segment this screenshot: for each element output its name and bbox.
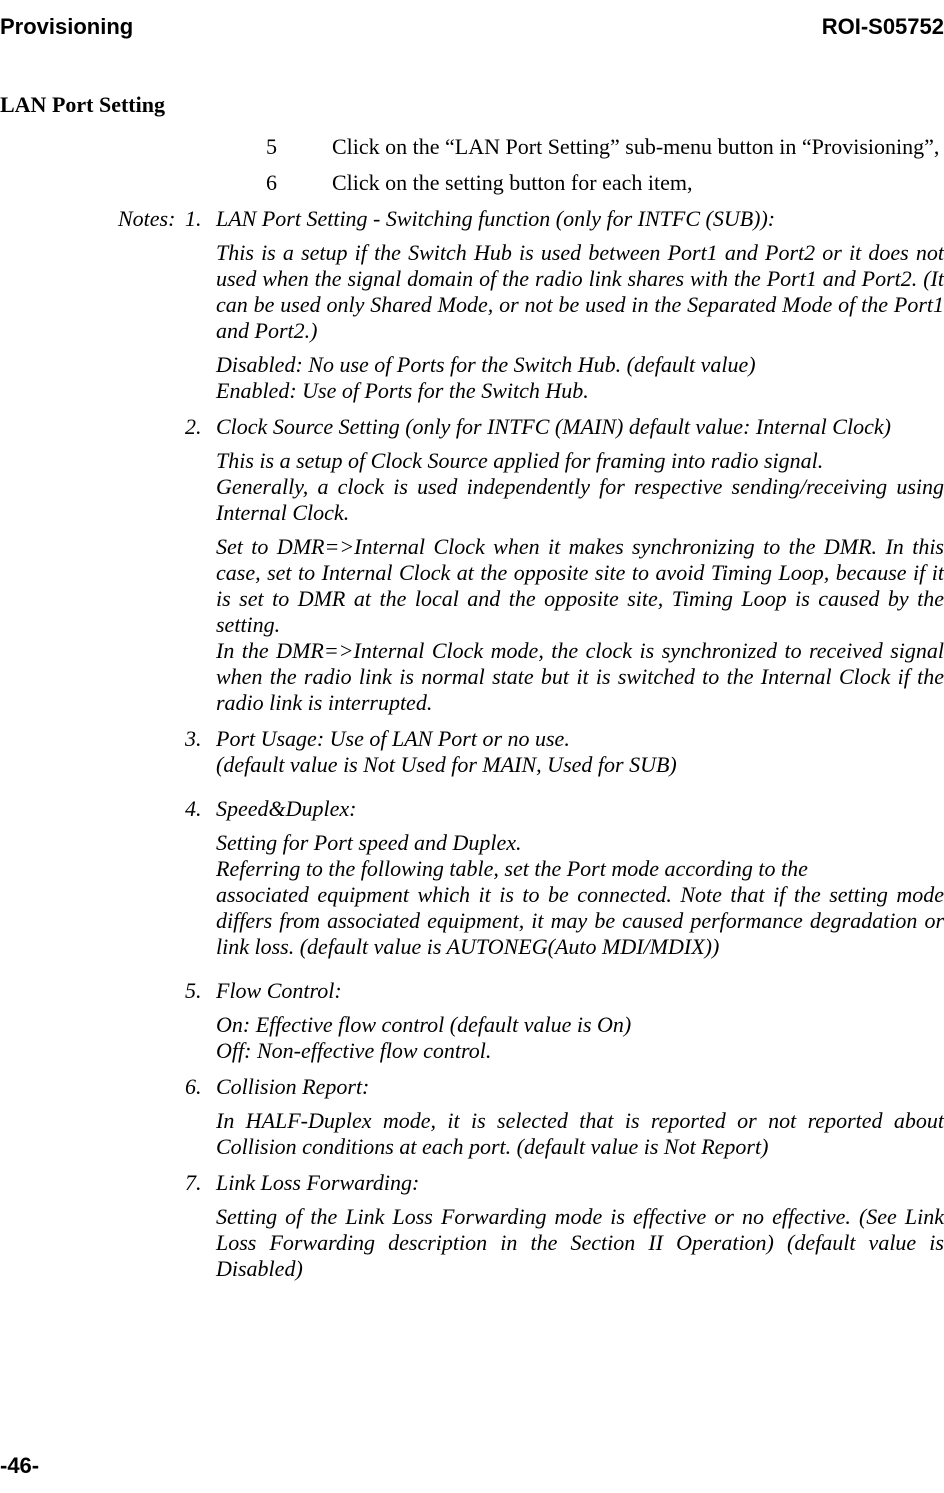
note-6: 6. Collision Report: In HALF-Duplex mode… (0, 1074, 944, 1160)
section-heading: LAN Port Setting (0, 92, 165, 118)
note-number: 3. (185, 726, 202, 752)
note-title: Clock Source Setting (only for INTFC (MA… (216, 414, 944, 440)
note-para: On: Effective flow control (default valu… (216, 1012, 944, 1064)
note-title: Flow Control: (216, 978, 944, 1004)
note-title: LAN Port Setting - Switching function (o… (216, 206, 944, 232)
step-text: Click on the “LAN Port Setting” sub-menu… (332, 134, 944, 160)
page: Provisioning ROI-S05752 LAN Port Setting… (0, 0, 944, 1493)
step-number: 6 (266, 170, 277, 196)
note-number: 7. (185, 1170, 202, 1196)
body-area: 5 Click on the “LAN Port Setting” sub-me… (0, 134, 944, 1292)
note-title: Collision Report: (216, 1074, 944, 1100)
note-para: Setting for Port speed and Duplex. Refer… (216, 830, 944, 960)
header-right: ROI-S05752 (822, 14, 944, 40)
step-text: Click on the setting button for each ite… (332, 170, 944, 196)
note-1: 1. LAN Port Setting - Switching function… (0, 206, 944, 404)
note-3: 3. Port Usage: Use of LAN Port or no use… (0, 726, 944, 778)
step-number: 5 (266, 134, 277, 160)
note-para: Setting of the Link Loss Forwarding mode… (216, 1204, 944, 1282)
steps: 5 Click on the “LAN Port Setting” sub-me… (266, 134, 944, 196)
note-5: 5. Flow Control: On: Effective flow cont… (0, 978, 944, 1064)
note-para: This is a setup of Clock Source applied … (216, 448, 944, 526)
notes-block: Notes: 1. LAN Port Setting - Switching f… (0, 206, 944, 1282)
note-7: 7. Link Loss Forwarding: Setting of the … (0, 1170, 944, 1282)
note-para: Disabled: No use of Ports for the Switch… (216, 352, 944, 404)
note-4: 4. Speed&Duplex: Setting for Port speed … (0, 796, 944, 960)
note-number: 1. (185, 206, 202, 232)
note-title: Link Loss Forwarding: (216, 1170, 944, 1196)
note-number: 2. (185, 414, 202, 440)
page-number: -46- (0, 1453, 39, 1479)
note-number: 6. (185, 1074, 202, 1100)
note-2: 2. Clock Source Setting (only for INTFC … (0, 414, 944, 716)
note-para: This is a setup if the Switch Hub is use… (216, 240, 944, 344)
step-5: 5 Click on the “LAN Port Setting” sub-me… (266, 134, 944, 160)
note-number: 5. (185, 978, 202, 1004)
header-left: Provisioning (0, 14, 133, 40)
step-6: 6 Click on the setting button for each i… (266, 170, 944, 196)
note-para: In HALF-Duplex mode, it is selected that… (216, 1108, 944, 1160)
note-para: Set to DMR=>Internal Clock when it makes… (216, 534, 944, 716)
note-title: Port Usage: Use of LAN Port or no use. (… (216, 726, 944, 778)
note-title: Speed&Duplex: (216, 796, 944, 822)
note-number: 4. (185, 796, 202, 822)
